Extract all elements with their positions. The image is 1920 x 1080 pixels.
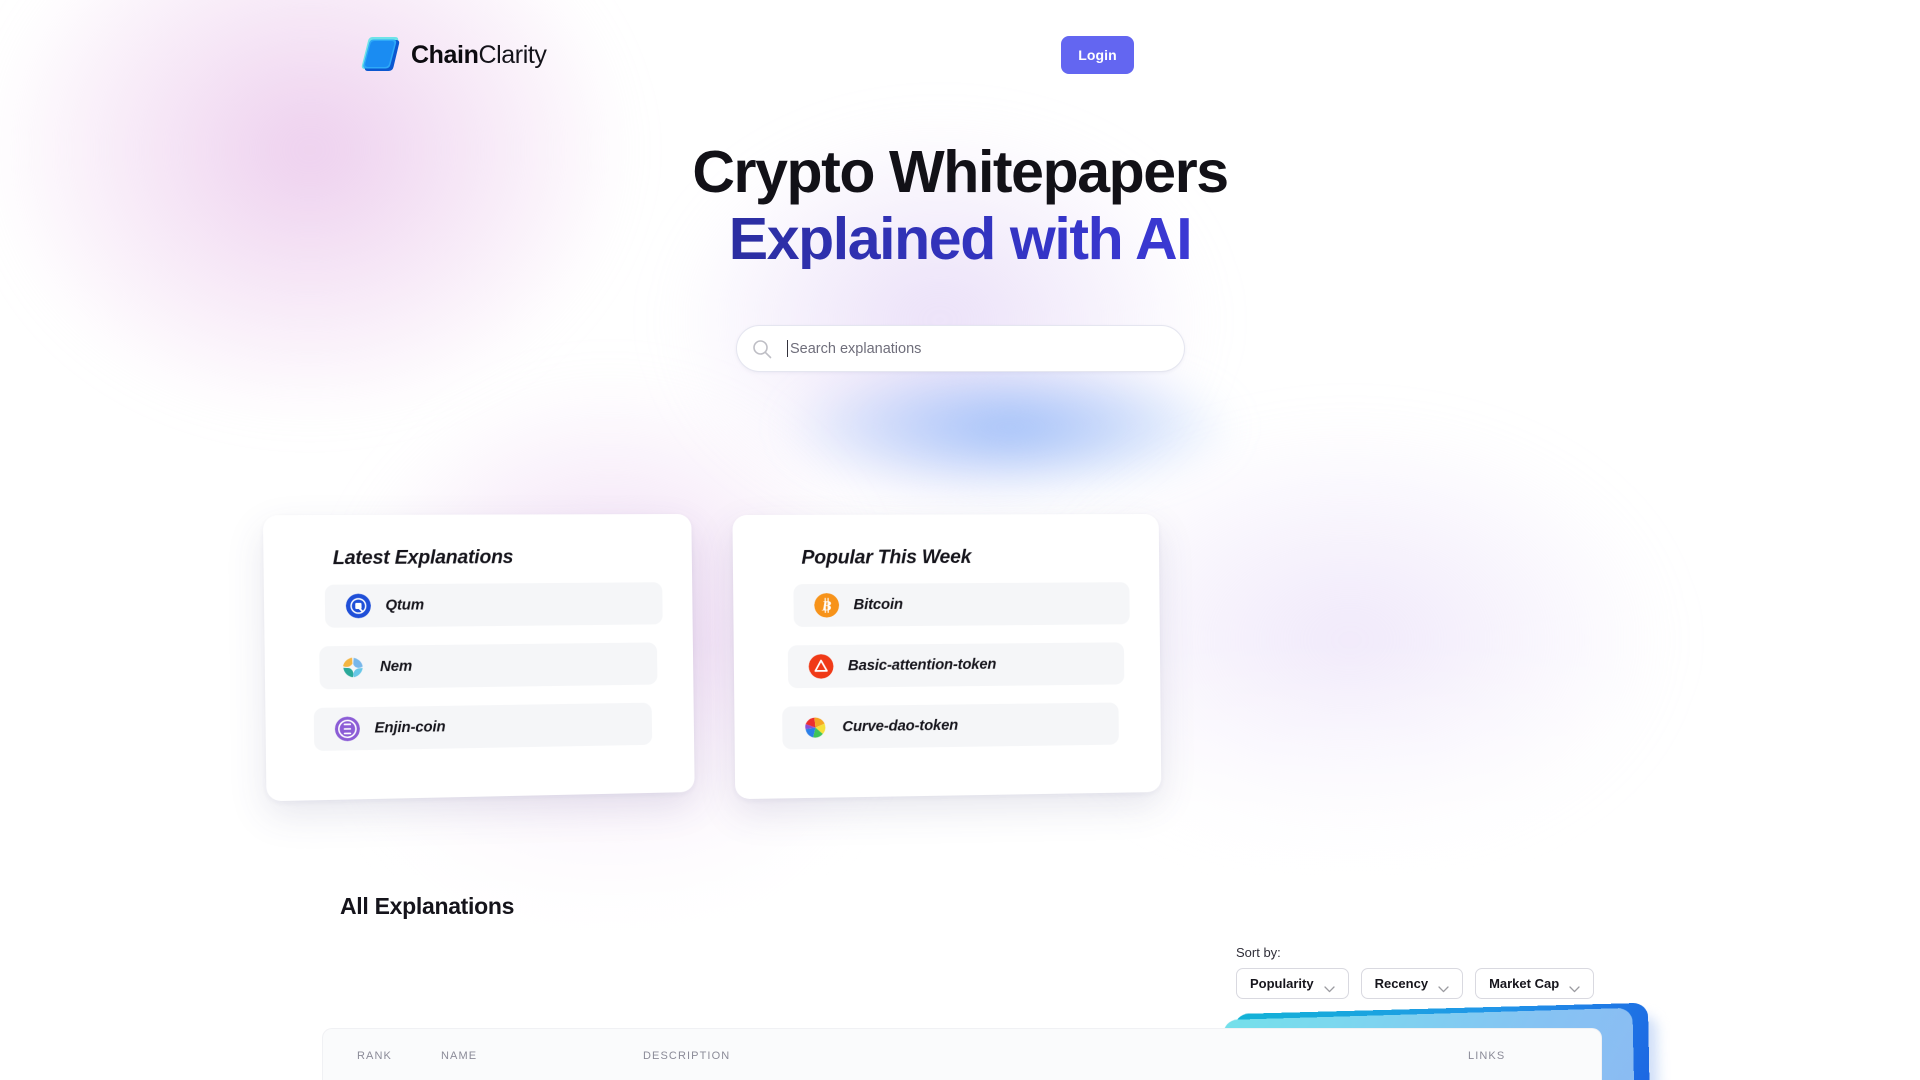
curve-dao-token-icon [803, 715, 828, 740]
hero-section: Crypto Whitepapers Explained with AI [0, 143, 1920, 269]
table-header-links[interactable]: LINKS [1468, 1050, 1505, 1062]
nem-coin-icon [340, 655, 365, 680]
chevron-down-icon [1438, 980, 1449, 993]
list-item-label: Nem [379, 658, 413, 676]
card-title-latest: Latest Explanations [332, 546, 514, 570]
table-header-name[interactable]: NAME [441, 1050, 477, 1062]
sort-by-label: Sort by: [1236, 945, 1281, 960]
list-item[interactable]: Basic-attention-token [787, 642, 1125, 689]
basic-attention-token-icon [808, 654, 834, 679]
list-item[interactable]: B Bitcoin [793, 582, 1130, 627]
sort-popularity-dropdown[interactable]: Popularity [1236, 968, 1349, 999]
login-button[interactable]: Login [1061, 36, 1134, 74]
list-item[interactable]: Nem [319, 642, 658, 690]
page-title: Crypto Whitepapers Explained with AI [0, 143, 1920, 269]
popular-coin-list: B Bitcoin Basic-attention-token Curve-da… [733, 582, 1161, 769]
all-explanations-heading: All Explanations [340, 893, 515, 919]
list-item-label: Qtum [385, 597, 425, 614]
site-header: ChainClarity Login [0, 0, 1920, 112]
popular-this-week-card: Popular This Week B Bitcoin Basic-attent… [732, 513, 1162, 800]
sort-market-cap-dropdown[interactable]: Market Cap [1475, 968, 1595, 999]
sort-popularity-label: Popularity [1250, 976, 1314, 991]
bitcoin-coin-icon: B [814, 593, 840, 618]
enjin-coin-icon [334, 716, 361, 742]
text-cursor [787, 340, 788, 357]
sort-recency-dropdown[interactable]: Recency [1360, 968, 1464, 999]
sort-recency-label: Recency [1374, 976, 1429, 991]
svg-text:B: B [821, 598, 832, 614]
search-input[interactable] [790, 326, 1168, 371]
chevron-down-icon [1569, 980, 1580, 993]
table-header-description[interactable]: DESCRIPTION [643, 1050, 730, 1062]
list-item-label: Bitcoin [853, 596, 903, 614]
brand-name-light: Clarity [478, 40, 547, 69]
brand-logo[interactable]: ChainClarity [358, 34, 547, 76]
list-item-label: Curve-dao-token [842, 717, 959, 736]
table-header-rank[interactable]: RANK [357, 1050, 392, 1062]
feature-cards-row: Latest Explanations Qtum Nem Enjin-coin … [0, 500, 1920, 1080]
layered-rhombus-logo-icon [358, 34, 402, 76]
sort-button-group: Popularity Recency Market Cap [1236, 968, 1595, 999]
search-box[interactable] [736, 325, 1185, 372]
list-item[interactable]: Enjin-coin [313, 702, 653, 752]
search-area [736, 325, 1185, 372]
hero-headline-line2: Explained with AI [0, 210, 1920, 269]
chevron-down-icon [1323, 980, 1335, 993]
latest-coin-list: Qtum Nem Enjin-coin [264, 582, 695, 770]
explanations-table-header: RANK NAME DESCRIPTION LINKS [322, 1028, 1602, 1080]
search-icon [751, 338, 773, 360]
card-title-popular: Popular This Week [801, 546, 972, 569]
sort-controls: Sort by: Popularity Recency Market Cap [1236, 945, 1595, 999]
list-item-label: Enjin-coin [374, 719, 446, 737]
brand-name-bold: Chain [411, 40, 479, 69]
list-item[interactable]: Qtum [324, 582, 663, 628]
qtum-coin-icon [345, 593, 372, 619]
sort-market-cap-label: Market Cap [1489, 976, 1560, 991]
list-item-label: Basic-attention-token [847, 656, 997, 675]
latest-explanations-card: Latest Explanations Qtum Nem Enjin-coin [262, 513, 695, 802]
list-item[interactable]: Curve-dao-token [782, 702, 1119, 750]
hero-headline-line1: Crypto Whitepapers [692, 139, 1229, 205]
brand-wordmark: ChainClarity [411, 40, 547, 69]
